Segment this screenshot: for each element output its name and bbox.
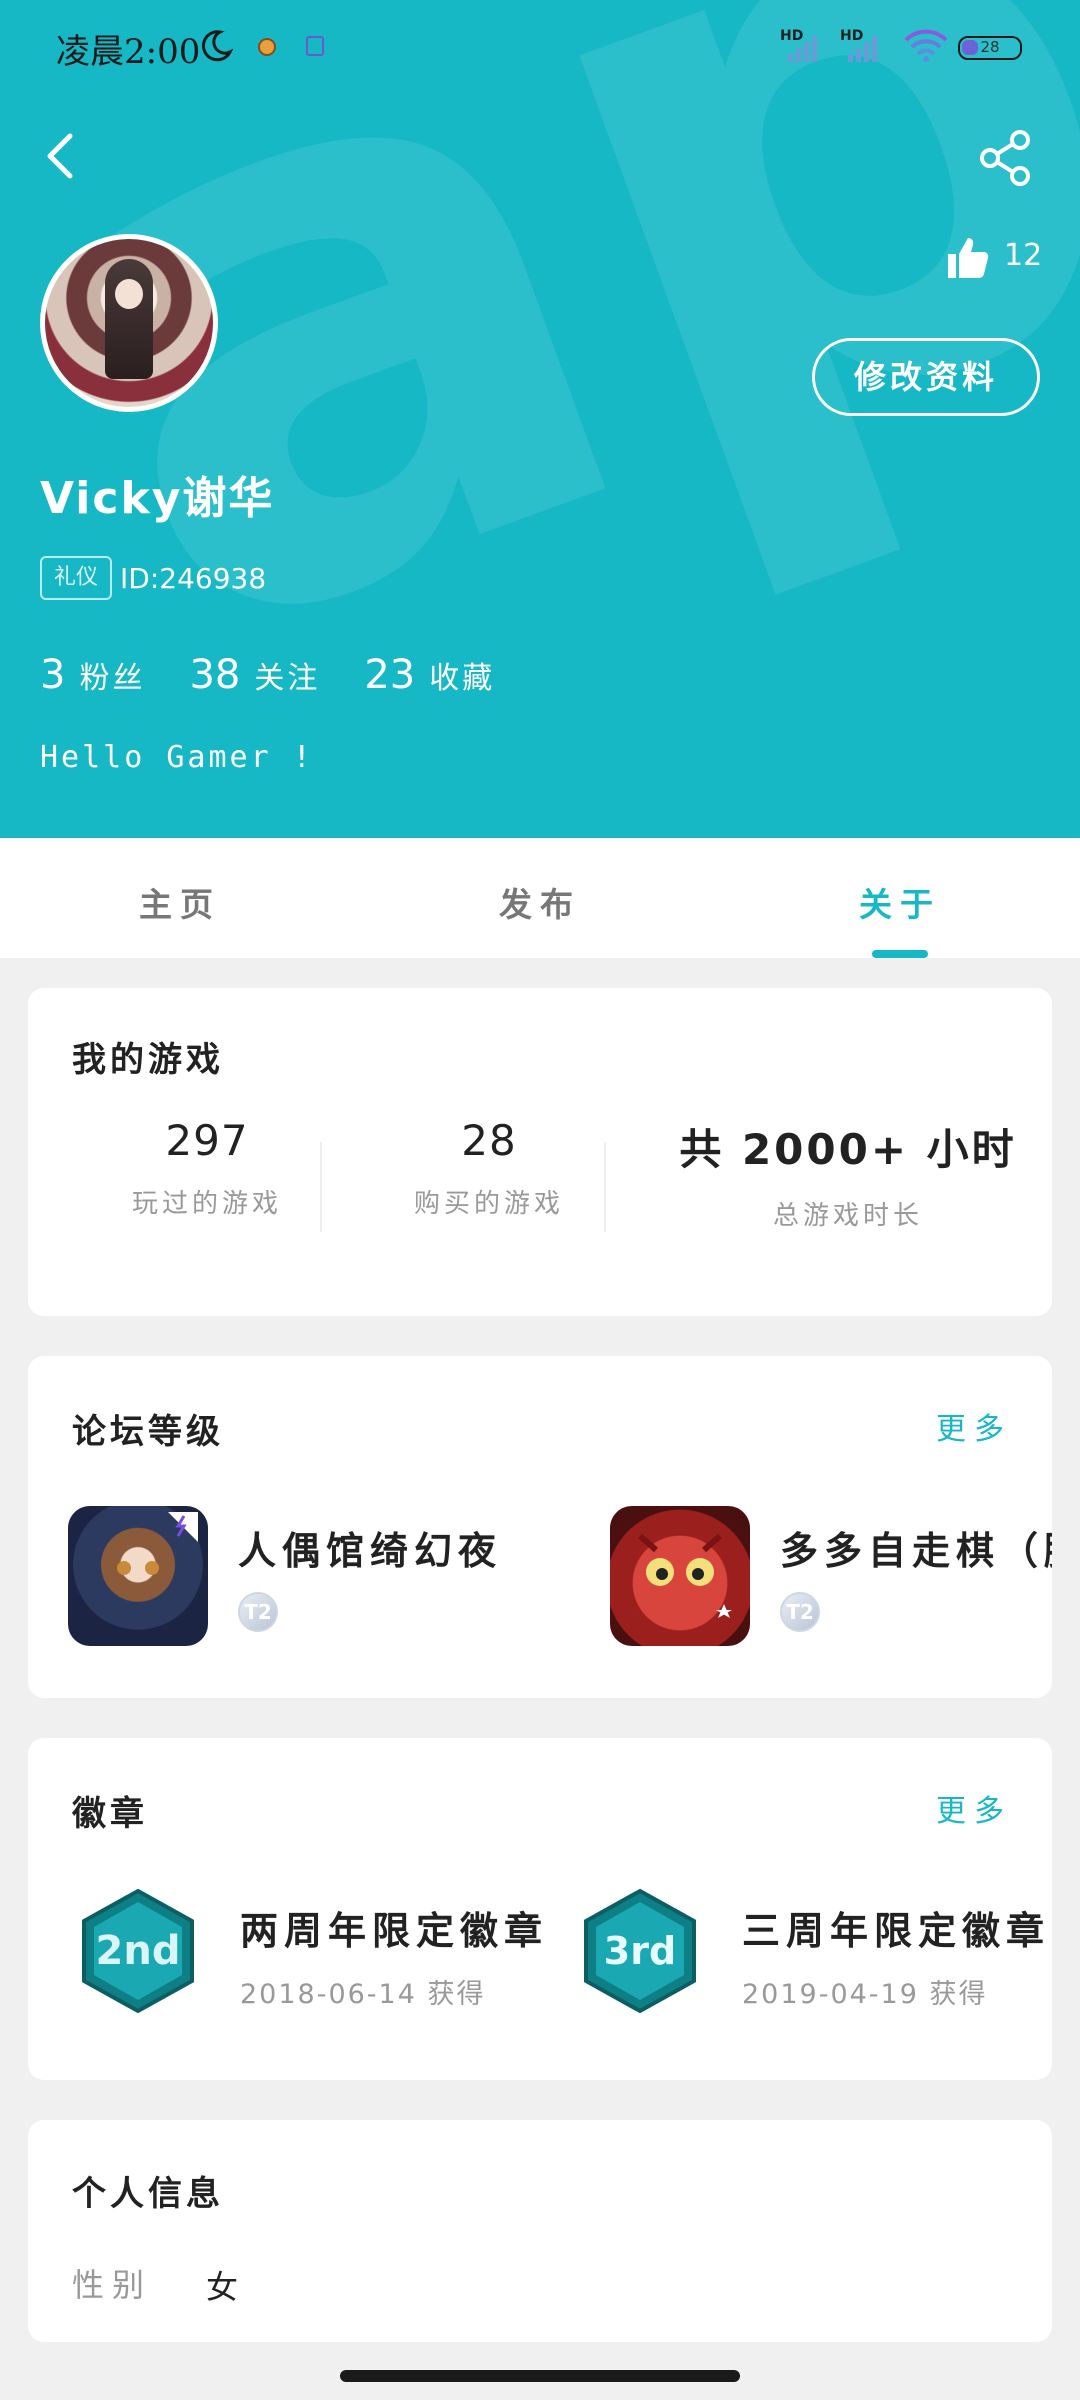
tab-posts[interactable]: 发布 (440, 878, 640, 926)
badge-date: 2018-06-14 获得 (240, 1979, 486, 2010)
avatar[interactable] (40, 234, 218, 412)
gender-value: 女 (206, 2268, 239, 2306)
anniversary-badge-icon: 2nd (82, 1888, 194, 2014)
signal-icon-sim2: HD (840, 28, 884, 62)
purchased-games-label: 购买的游戏 (413, 1189, 564, 1219)
app-notification-icon-2 (306, 36, 324, 56)
stat-label: 关注 (254, 661, 321, 696)
stat-label: 粉丝 (79, 661, 146, 696)
divider (604, 1142, 606, 1232)
badges-title: 徽章 (72, 1794, 148, 1834)
anniversary-badge-icon: 3rd (584, 1888, 696, 2014)
badges-more-link[interactable]: 更多 (936, 1786, 1012, 1830)
played-games-label: 玩过的游戏 (131, 1189, 282, 1219)
back-arrow-icon[interactable] (40, 128, 80, 184)
battery-icon: 28 (958, 36, 1022, 60)
signal-icon-sim1: HD (780, 28, 824, 62)
thumbs-up-icon[interactable] (944, 234, 992, 282)
forum-level-card: 论坛等级 更多 人偶馆绮幻夜 T2 多多自走棋（腾 T2 (28, 1356, 1052, 1698)
played-games-stat[interactable]: 297 玩过的游戏 (72, 1116, 342, 1220)
wifi-icon (904, 29, 948, 62)
user-bio: Hello Gamer ! (40, 740, 314, 775)
stat-number: 3 (40, 652, 66, 698)
my-games-title: 我的游戏 (72, 1040, 224, 1080)
forum-level-more-link[interactable]: 更多 (936, 1404, 1012, 1448)
favorites-stat[interactable]: 23 收藏 (364, 652, 495, 698)
game-name: 多多自走棋（腾 (780, 1529, 1052, 1573)
my-games-card: 我的游戏 297 玩过的游戏 28 购买的游戏 共 2000+ 小时 总游戏时长 (28, 988, 1052, 1316)
game-icon-auto-chess (610, 1506, 750, 1646)
stat-label: 收藏 (429, 661, 496, 696)
level-badge-icon: T2 (238, 1592, 278, 1632)
following-stat[interactable]: 38 关注 (189, 652, 320, 698)
badge-name: 两周年限定徽章 (240, 1909, 549, 1953)
badge-name: 三周年限定徽章 (742, 1909, 1051, 1953)
total-playtime-value: 共 2000+ 小时 (679, 1125, 1017, 1174)
game-icon-doll-house (68, 1506, 208, 1646)
purchased-games-stat[interactable]: 28 购买的游戏 (354, 1116, 624, 1220)
badge-mark: 3rd (604, 1929, 676, 1973)
edit-profile-button[interactable]: 修改资料 (812, 338, 1040, 416)
badges-card: 徽章 更多 2nd 两周年限定徽章 2018-06-14 获得 3rd 三周年限… (28, 1738, 1052, 2080)
user-id: ID:246938 (120, 562, 267, 595)
profile-header: ap 凌晨2:00 HD HD 28 12 修改资料 Vicky谢华 礼仪 ID… (0, 0, 1080, 838)
like-count: 12 (1004, 238, 1043, 273)
user-tag-badge: 礼仪 (40, 556, 112, 600)
profile-tabs: 主页 发布 关于 (0, 838, 1080, 958)
stat-number: 38 (189, 652, 241, 698)
followers-stat[interactable]: 3 粉丝 (40, 652, 145, 698)
total-playtime-stat[interactable]: 共 2000+ 小时 总游戏时长 (648, 1116, 1048, 1232)
personal-info-card: 个人信息 性别 女 (28, 2120, 1052, 2342)
status-time: 凌晨2:00 (56, 32, 201, 72)
app-notification-icon (258, 38, 276, 56)
forum-level-title: 论坛等级 (72, 1412, 224, 1452)
badge-date: 2019-04-19 获得 (742, 1979, 988, 2010)
total-playtime-label: 总游戏时长 (772, 1201, 923, 1231)
status-bar: 凌晨2:00 HD HD 28 (0, 0, 1080, 96)
moon-icon (201, 30, 234, 62)
home-indicator[interactable] (340, 2370, 740, 2382)
tab-about[interactable]: 关于 (800, 878, 1000, 926)
personal-info-title: 个人信息 (72, 2174, 224, 2214)
divider (320, 1142, 322, 1232)
avatar-image (45, 239, 213, 407)
badge-mark: 2nd (96, 1928, 181, 1974)
stat-number: 23 (364, 652, 416, 698)
active-tab-indicator (872, 950, 928, 958)
gender-label: 性别 (72, 2266, 153, 2304)
played-games-count: 297 (165, 1116, 249, 1165)
username: Vicky谢华 (40, 473, 275, 524)
battery-level: 28 (980, 38, 1000, 56)
purchased-games-count: 28 (461, 1116, 517, 1165)
level-badge-icon: T2 (780, 1592, 820, 1632)
profile-stats: 3 粉丝 38 关注 23 收藏 (40, 652, 495, 698)
share-icon[interactable] (976, 128, 1036, 188)
game-name: 人偶馆绮幻夜 (238, 1529, 503, 1573)
tab-home[interactable]: 主页 (80, 878, 280, 926)
